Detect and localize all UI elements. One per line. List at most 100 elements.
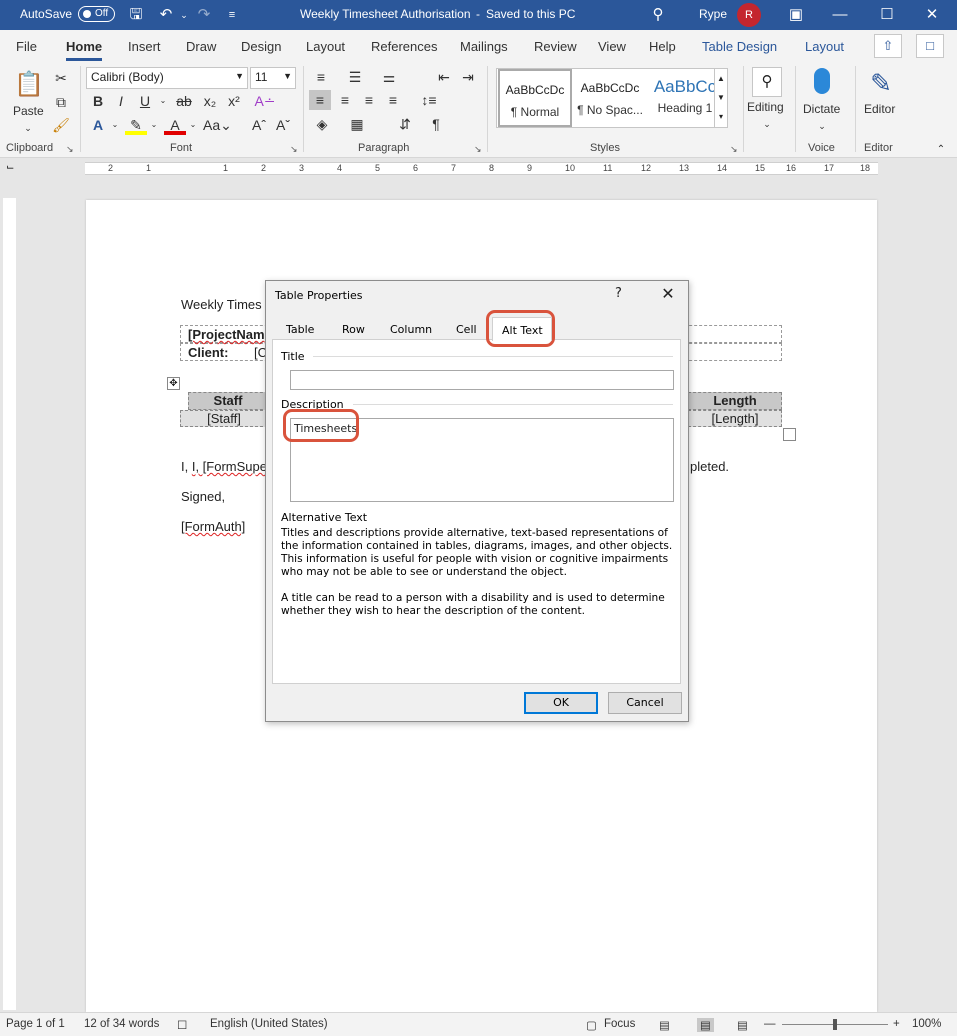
tab-alt-text[interactable]: Alt Text <box>492 317 552 341</box>
tab-references[interactable]: References <box>371 39 437 54</box>
change-case-icon[interactable]: Aa⌄ <box>203 115 232 135</box>
italic-icon[interactable]: I <box>110 91 132 111</box>
read-mode-icon[interactable]: ▤ <box>659 1018 670 1032</box>
editor-label[interactable]: Editor <box>864 102 895 116</box>
table-move-handle-icon[interactable]: ✥ <box>167 377 180 390</box>
format-painter-icon[interactable]: 🖌 <box>50 115 72 135</box>
tab-file[interactable]: File <box>16 39 37 54</box>
cancel-button[interactable]: Cancel <box>608 692 682 714</box>
paste-dropdown-icon[interactable]: ⌄ <box>17 118 39 138</box>
font-size-combo[interactable]: 11 ▼ <box>250 67 296 89</box>
tab-help[interactable]: Help <box>649 39 676 54</box>
multilevel-list-icon[interactable]: ⚌ <box>378 67 400 87</box>
sort-icon[interactable]: ⇵ <box>394 114 416 134</box>
avatar[interactable]: R <box>737 3 761 27</box>
zoom-slider-thumb[interactable] <box>833 1019 837 1030</box>
zoom-in-icon[interactable]: + <box>893 1018 900 1030</box>
grow-font-icon[interactable]: Aˆ <box>248 115 270 135</box>
table-header-staff[interactable]: Staff <box>188 392 268 410</box>
title-input[interactable] <box>290 370 674 390</box>
save-icon[interactable]: 🖫 <box>126 5 146 25</box>
font-launcher-icon[interactable]: ↘ <box>290 144 298 155</box>
style-no-spacing[interactable]: AaBbCcDc ¶ No Spac... <box>573 69 647 127</box>
underline-dropdown-icon[interactable]: ⌄ <box>152 91 174 111</box>
paragraph-launcher-icon[interactable]: ↘ <box>474 144 482 155</box>
zoom-level[interactable]: 100% <box>912 1018 941 1030</box>
decrease-indent-icon[interactable]: ⇤ <box>433 67 455 87</box>
highlight-dropdown-icon[interactable]: ⌄ <box>143 115 165 135</box>
editing-label[interactable]: Editing <box>747 100 784 114</box>
text-effects-dropdown-icon[interactable]: ⌄ <box>104 115 126 135</box>
align-center-icon[interactable]: ≡ <box>334 90 356 110</box>
table-cell-length[interactable]: [Length] <box>688 410 782 427</box>
page-count[interactable]: Page 1 of 1 <box>6 1018 65 1030</box>
show-formatting-icon[interactable]: ¶ <box>425 114 447 134</box>
zoom-out-icon[interactable]: — <box>764 1018 776 1030</box>
editing-dropdown-icon[interactable]: ⌄ <box>756 114 778 134</box>
style-heading-1[interactable]: AaBbCc Heading 1 <box>648 69 722 127</box>
shading-icon[interactable]: ◈ <box>311 114 333 134</box>
tab-column[interactable]: Column <box>390 323 432 336</box>
collapse-ribbon-icon[interactable]: ⌃ <box>930 140 952 160</box>
project-name-field[interactable]: [ProjectNam <box>188 327 265 342</box>
microphone-icon[interactable] <box>814 68 830 94</box>
bold-icon[interactable]: B <box>87 91 109 111</box>
strikethrough-icon[interactable]: ab <box>173 91 195 111</box>
focus-label[interactable]: Focus <box>604 1018 635 1030</box>
shrink-font-icon[interactable]: Aˇ <box>272 115 294 135</box>
close-icon[interactable]: ✕ <box>922 5 942 25</box>
tab-cell[interactable]: Cell <box>456 323 477 336</box>
copy-icon[interactable]: ⧉ <box>50 92 72 112</box>
numbering-icon[interactable]: ☰ <box>344 67 366 87</box>
form-auth-field[interactable]: [FormAuth] <box>181 519 245 534</box>
close-icon[interactable]: ✕ <box>658 284 678 303</box>
dictate-label[interactable]: Dictate <box>803 102 840 116</box>
dictate-dropdown-icon[interactable]: ⌄ <box>811 116 833 136</box>
horizontal-ruler[interactable]: ⌙ 2 1 1 2 3 4 5 6 7 8 9 10 11 12 13 14 1… <box>0 158 957 180</box>
bullets-icon[interactable]: ≡ <box>310 67 332 87</box>
redo-icon[interactable]: ↷ <box>194 5 214 25</box>
align-left-icon[interactable]: ≡ <box>309 90 331 110</box>
help-icon[interactable]: ? <box>615 286 622 301</box>
vertical-ruler[interactable] <box>3 198 16 1010</box>
body-line-start[interactable]: I, I, [FormSuperv <box>181 459 278 474</box>
font-name-combo[interactable]: Calibri (Body) ▼ <box>86 67 248 89</box>
cut-icon[interactable]: ✂ <box>50 68 72 88</box>
justify-icon[interactable]: ≡ <box>382 90 404 110</box>
tab-table[interactable]: Table <box>286 323 314 336</box>
styles-launcher-icon[interactable]: ↘ <box>730 144 738 155</box>
proofing-icon[interactable]: ☐ <box>177 1018 187 1032</box>
tab-selector-icon[interactable]: ⌙ <box>6 162 14 173</box>
increase-indent-icon[interactable]: ⇥ <box>457 67 479 87</box>
tab-design[interactable]: Design <box>241 39 281 54</box>
align-right-icon[interactable]: ≡ <box>358 90 380 110</box>
tab-review[interactable]: Review <box>534 39 577 54</box>
search-icon[interactable]: ⚲ <box>648 5 668 25</box>
clipboard-launcher-icon[interactable]: ↘ <box>66 144 74 155</box>
clear-formatting-icon[interactable]: A∸ <box>254 91 276 111</box>
ribbon-display-icon[interactable]: ▣ <box>786 5 806 25</box>
focus-icon[interactable]: ▢ <box>586 1018 597 1032</box>
tab-table-design[interactable]: Table Design <box>702 39 777 54</box>
comments-button[interactable]: □ <box>916 34 944 58</box>
minimize-icon[interactable]: — <box>830 5 850 25</box>
web-layout-icon[interactable]: ▤ <box>737 1018 748 1032</box>
table-header-length[interactable]: Length <box>688 392 782 410</box>
tab-insert[interactable]: Insert <box>128 39 161 54</box>
print-layout-icon[interactable]: ▤ <box>697 1018 714 1032</box>
tab-layout[interactable]: Layout <box>306 39 345 54</box>
tab-home[interactable]: Home <box>66 39 103 61</box>
doc-heading[interactable]: Weekly Times <box>181 297 262 312</box>
font-color-dropdown-icon[interactable]: ⌄ <box>182 115 204 135</box>
paste-icon[interactable]: 📋 <box>14 70 44 100</box>
undo-dropdown-icon[interactable]: ⌄ <box>174 5 194 25</box>
styles-scroll[interactable]: ▲ ▼ ▾ <box>714 68 728 128</box>
autosave-toggle[interactable]: Off <box>78 6 115 22</box>
maximize-icon[interactable]: ☐ <box>877 5 897 25</box>
ok-button[interactable]: OK <box>524 692 598 714</box>
editor-pen-icon[interactable]: ✎ <box>866 68 896 98</box>
tab-row[interactable]: Row <box>342 323 365 336</box>
customize-toolbar-icon[interactable]: ≡ <box>222 5 242 25</box>
tab-table-layout[interactable]: Layout <box>805 39 844 54</box>
undo-icon[interactable]: ↶ <box>156 5 176 25</box>
